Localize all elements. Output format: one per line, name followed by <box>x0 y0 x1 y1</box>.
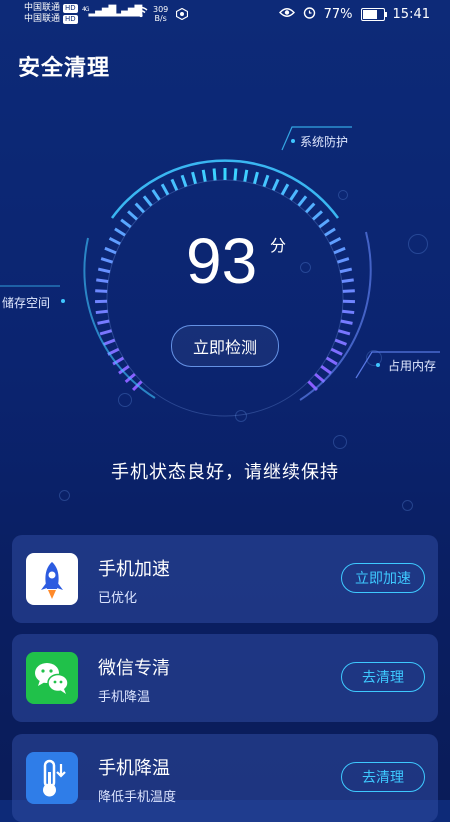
page-title: 安全清理 <box>18 50 110 82</box>
inner-ring <box>107 180 343 416</box>
gauge-tick <box>100 331 112 334</box>
gauge-tick <box>325 229 335 235</box>
gauge-tick <box>203 170 205 182</box>
status-message: 手机状态良好，请继续保持 <box>0 458 450 484</box>
gauge-tick <box>335 340 346 344</box>
hd-badge: HD <box>63 4 78 13</box>
clock: 15:41 <box>393 7 430 22</box>
gauge-tick <box>264 175 268 186</box>
score-value: 93 <box>186 224 257 298</box>
card-wechat-clean: 微信专清 手机降温 去清理 <box>12 634 438 722</box>
cool-down-button[interactable]: 去清理 <box>341 762 425 792</box>
gauge-tick <box>330 238 341 244</box>
gauge-tick <box>162 184 168 195</box>
carrier-info: 中国联通HD 中国联通HD <box>24 3 78 25</box>
hd-badge: HD <box>63 15 78 24</box>
card-subtitle: 已优化 <box>98 587 137 606</box>
gauge-tick <box>214 168 215 180</box>
gauge-tick <box>101 259 112 263</box>
label-dot <box>376 363 380 367</box>
gauge-tick <box>172 179 177 190</box>
network-speed: 309 B/s <box>153 5 168 23</box>
gauge-tick <box>193 172 196 184</box>
gauge-tick <box>327 358 337 364</box>
gauge-tick <box>331 349 342 354</box>
gauge-tick <box>95 291 107 292</box>
card-speedup: 手机加速 已优化 立即加速 <box>12 535 438 623</box>
gauge-tick <box>273 179 278 190</box>
speedup-button[interactable]: 立即加速 <box>341 563 425 593</box>
gauge-tick <box>341 321 353 323</box>
thermometer-icon <box>26 752 78 804</box>
gauge-tick <box>245 170 247 182</box>
carrier-2: 中国联通 <box>24 14 60 25</box>
gauge-tick <box>342 280 354 282</box>
check-now-button[interactable]: 立即检测 <box>171 325 279 367</box>
label-memory: 占用内存 <box>388 357 436 374</box>
gauge-tick <box>291 190 298 200</box>
card-title: 手机降温 <box>98 754 170 780</box>
wechat-icon <box>26 652 78 704</box>
wifi-icon <box>134 6 148 21</box>
gauge-tick <box>115 229 125 235</box>
gauge-tick <box>313 211 322 219</box>
gauge-tick <box>98 269 110 272</box>
alarm-icon <box>303 6 316 23</box>
wechat-clean-button[interactable]: 去清理 <box>341 662 425 692</box>
gauge-tick <box>96 280 108 282</box>
gauge-tick <box>121 220 131 227</box>
gauge-tick <box>299 196 306 205</box>
card-title: 微信专清 <box>98 654 170 680</box>
carrier-1: 中国联通 <box>24 3 60 14</box>
gauge-tick <box>110 238 121 244</box>
gauge-tick <box>319 220 329 227</box>
gauge-tick <box>254 172 257 184</box>
gauge-tick <box>337 259 348 263</box>
score-unit: 分 <box>270 232 286 256</box>
gauge-tick <box>144 196 151 205</box>
gauge-tick <box>153 190 160 200</box>
label-dot <box>291 139 295 143</box>
gauge-tick <box>97 321 109 323</box>
eye-icon <box>279 7 295 22</box>
gauge-tick <box>340 269 352 272</box>
gauge-tick <box>334 248 345 253</box>
gauge-tick <box>128 211 137 219</box>
gauge-tick <box>136 204 144 213</box>
label-storage: 储存空间 <box>2 294 50 311</box>
gauge-tick <box>306 204 314 213</box>
gauge-tick <box>96 311 108 312</box>
card-subtitle: 手机降温 <box>98 686 150 705</box>
app-notification-icon <box>176 8 188 23</box>
gauge-tick <box>342 311 354 312</box>
label-dot <box>61 299 65 303</box>
gauge-tick <box>235 168 236 180</box>
gauge-tick <box>321 366 331 373</box>
card-title: 手机加速 <box>98 555 170 581</box>
battery-icon <box>361 8 385 21</box>
card-subtitle: 降低手机温度 <box>98 786 176 805</box>
status-bar: 中国联通HD 中国联通HD 4G▂▄▆█ 4G▂▄▆█ 309 B/s 77% … <box>0 0 450 32</box>
label-system-protect: 系统防护 <box>300 133 348 150</box>
gauge-tick <box>338 331 350 334</box>
gauge-tick <box>104 340 115 344</box>
gauge-tick <box>343 291 355 292</box>
gauge-tick <box>105 248 116 253</box>
gauge-tick <box>182 175 186 186</box>
card-cool-down: 手机降温 降低手机温度 去清理 <box>12 734 438 822</box>
decor-bubble <box>59 490 70 501</box>
rocket-icon <box>26 553 78 605</box>
gauge-tick <box>282 184 288 195</box>
decor-bubble <box>402 500 413 511</box>
battery-percent: 77% <box>324 7 353 22</box>
